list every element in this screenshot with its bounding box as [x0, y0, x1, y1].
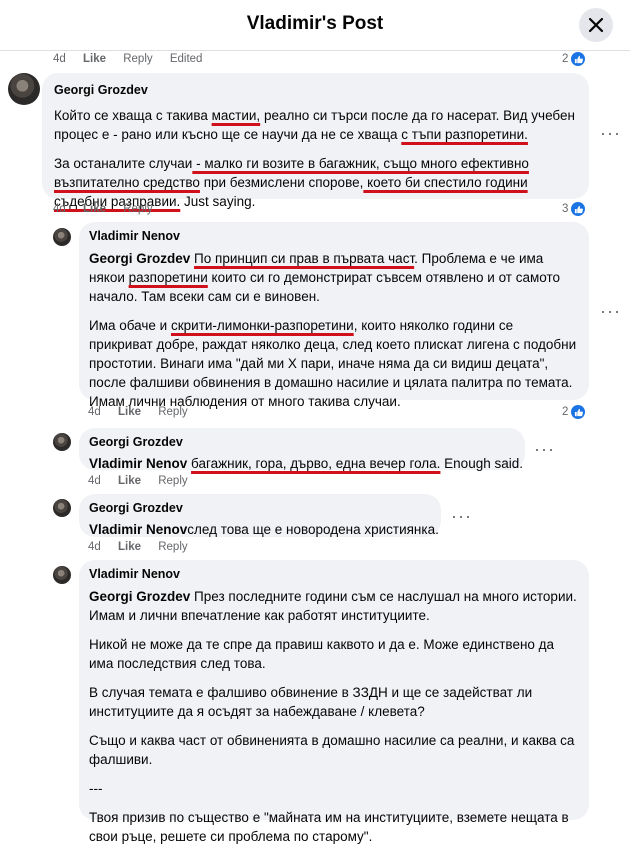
comment-text: Никой не може да те спре да правиш какво…	[89, 637, 555, 671]
like-button[interactable]: Like	[118, 475, 141, 487]
avatar[interactable]	[53, 499, 71, 517]
reaction-count[interactable]: 2	[562, 52, 586, 66]
comment-actions: 4d Like Reply Edited	[53, 53, 216, 65]
comment-actions: 4d Like Reply	[88, 541, 202, 553]
mention-link[interactable]: Georgi Grozdev	[89, 589, 190, 604]
more-options-icon[interactable]: ···	[600, 124, 621, 142]
comment-author[interactable]: Georgi Grozdev	[89, 499, 431, 518]
comment-text: Georgi Grozdev През последните години съ…	[89, 589, 577, 623]
comment-bubble: Georgi Grozdev Vladimir Nenov багажник, …	[79, 428, 525, 471]
more-options-icon[interactable]: ···	[534, 440, 555, 458]
like-button[interactable]: Like	[118, 406, 141, 418]
avatar[interactable]	[8, 73, 40, 105]
comment-time[interactable]: 4d	[88, 406, 101, 418]
avatar[interactable]	[53, 566, 71, 584]
mention-link[interactable]: Georgi Grozdev	[89, 251, 190, 266]
comment-author[interactable]: Vladimir Nenov	[89, 227, 579, 246]
comment-actions: 4d Like Reply	[88, 475, 202, 487]
comment-text: Твоя призив по същество е "майната им на…	[89, 810, 569, 844]
reply-button[interactable]: Reply	[158, 406, 187, 418]
like-reaction-icon	[571, 405, 586, 419]
comment-text: В случая темата е фалшиво обвинение в ЗЗ…	[89, 685, 533, 719]
dialog-title: Vladimir's Post	[246, 13, 384, 34]
close-icon	[588, 17, 604, 33]
comment-bubble: Georgi Grozdev Vladimir Nenovслед това щ…	[79, 494, 441, 537]
comment-author[interactable]: Georgi Grozdev	[89, 433, 515, 452]
comment-time[interactable]: 4d	[88, 541, 101, 553]
reply-button[interactable]: Reply	[158, 541, 187, 553]
comment-time[interactable]: 4d	[53, 203, 66, 215]
comment-text: Също и каква част от обвиненията в домаш…	[89, 733, 575, 767]
comment-time[interactable]: 4d	[53, 53, 66, 65]
comment-text: Georgi Grozdev По принцип си прав в първ…	[89, 251, 561, 304]
comment-actions: 4d Like Reply	[53, 203, 167, 215]
like-button[interactable]: Like	[83, 53, 106, 65]
more-options-icon[interactable]: ···	[600, 302, 621, 320]
mention-link[interactable]: Vladimir Nenov	[89, 522, 187, 537]
reply-button[interactable]: Reply	[123, 53, 152, 65]
like-button[interactable]: Like	[83, 203, 106, 215]
reply-button[interactable]: Reply	[123, 203, 152, 215]
comment-bubble: Vladimir Nenov Georgi Grozdev По принцип…	[79, 222, 589, 409]
comment-bubble: Georgi Grozdev Който се хваща с такива м…	[42, 73, 589, 209]
comment-text: Vladimir Nenov багажник, гора, дърво, ед…	[89, 456, 523, 471]
comment-author[interactable]: Georgi Grozdev	[54, 81, 577, 100]
comment-text: Има обаче и скрити-лимонки-разпоретини, …	[89, 318, 577, 409]
comment-author[interactable]: Vladimir Nenov	[89, 565, 579, 584]
edited-label: Edited	[169, 53, 203, 65]
comment-time[interactable]: 4d	[88, 475, 101, 487]
like-reaction-icon	[571, 202, 586, 216]
mention-link[interactable]: Vladimir Nenov	[89, 456, 187, 471]
reaction-count[interactable]: 2	[562, 405, 586, 419]
more-options-icon[interactable]: ···	[451, 507, 472, 525]
comment-bubble: Vladimir Nenov Georgi Grozdev През после…	[79, 560, 589, 844]
comment-text: Vladimir Nenovслед това ще е новородена …	[89, 522, 439, 537]
comment-text: ---	[89, 781, 103, 796]
reaction-count[interactable]: 3	[562, 202, 586, 216]
avatar[interactable]	[53, 228, 71, 246]
like-button[interactable]: Like	[118, 541, 141, 553]
close-button[interactable]	[579, 8, 613, 42]
like-reaction-icon	[571, 52, 586, 66]
comment-text: Който се хваща с такива мастии, реално с…	[54, 108, 575, 142]
post-dialog-header: Vladimir's Post	[0, 0, 630, 51]
comment-actions: 4d Like Reply	[88, 406, 202, 418]
reply-button[interactable]: Reply	[158, 475, 187, 487]
avatar[interactable]	[53, 433, 71, 451]
